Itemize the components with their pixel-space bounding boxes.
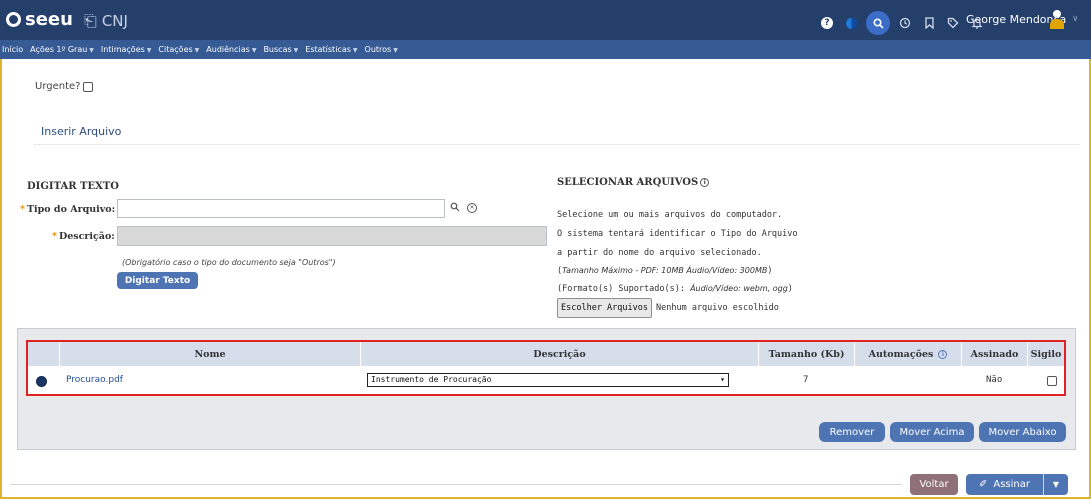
selecionar-text-4: (Tamanho Máximo - PDF: 10MB Áudio/Vídeo:… [557,266,773,276]
cnj-emblem-icon: ⎗ [84,11,97,30]
header-automacoes[interactable]: Automações i [855,342,962,366]
file-name-link[interactable]: Procurao.pdf [66,375,123,385]
selecionar-text-3: a partir do nome do arquivo selecionado. [557,248,762,258]
section-divider [35,144,1080,145]
menu-item-1[interactable]: Ações 1º Grau ▼ [30,45,94,54]
digitar-texto-title: DIGITAR TEXTO [27,181,119,192]
help-icon[interactable]: ? [818,14,836,32]
descricao-select[interactable]: Instrumento de Procuração ▾ [367,373,729,387]
table-header: Nome Descrição Tamanho (Kb) Automações i … [28,342,1064,366]
escolher-arquivos-button[interactable]: Escolher Arquivos [557,298,652,318]
history-icon[interactable] [896,14,914,32]
urgente-checkbox[interactable] [83,81,94,92]
chevron-down-icon: ▼ [194,47,200,54]
selecionar-text-5: (Formato(s) Suportado(s): Áudio/Vídeo: w… [557,284,793,294]
header-descricao[interactable]: Descrição [361,342,759,366]
tipo-search-icon[interactable] [450,202,460,215]
selecionar-arquivos-title: SELECIONAR ARQUIVOS i [557,177,710,188]
header-sigilo[interactable]: Sigilo [1028,342,1064,366]
no-file-chosen-text: Nenhum arquivo escolhido [656,303,779,313]
tipo-arquivo-label: * Tipo do Arquivo: [20,204,116,215]
cnj-logo: ⎗ CNJ [84,11,128,31]
bookmark-icon[interactable] [920,14,938,32]
urgente-label: Urgente? [35,81,81,92]
menu-item-4[interactable]: Audiências ▼ [206,45,256,54]
mover-acima-button[interactable]: Mover Acima [890,422,974,442]
cnj-logo-text: CNJ [101,12,128,30]
search-icon[interactable] [866,11,890,35]
voltar-button[interactable]: Voltar [910,474,958,495]
menu-item-5[interactable]: Buscas ▼ [263,45,298,54]
descricao-hint: (Obrigatório caso o tipo do documento se… [122,258,336,267]
chevron-down-icon: ▼ [251,47,257,54]
row-select-radio[interactable] [36,376,47,387]
user-avatar-icon[interactable] [1050,10,1064,30]
main-menu: Início Ações 1º Grau ▼ Intimações ▼ Citações ▼… [0,40,1091,59]
chevron-down-icon: ▼ [89,47,94,54]
files-table: Nome Descrição Tamanho (Kb) Automações i … [26,340,1066,396]
tipo-clear-icon[interactable]: ✕ [467,203,477,213]
tag-icon[interactable] [944,14,962,32]
menu-item-6[interactable]: Estatísticas ▼ [305,45,357,54]
file-size: 7 [803,375,809,385]
header-select [28,342,60,366]
automacoes-info-icon[interactable]: i [938,349,948,359]
urgente-field: Urgente? [35,81,94,92]
mover-abaixo-button[interactable]: Mover Abaixo [979,422,1066,442]
chevron-down-icon: ▼ [293,47,299,54]
tipo-arquivo-input[interactable] [117,199,445,218]
menu-item-7[interactable]: Outros ▼ [365,45,398,54]
top-icons: ? [818,11,986,35]
assinar-button-group: ✐ Assinar ▼ [966,474,1068,495]
sigilo-checkbox[interactable] [1047,376,1057,386]
chevron-down-icon: ▼ [352,47,358,54]
menu-item-2[interactable]: Intimações ▼ [101,45,152,54]
top-bar: seeu ⎗ CNJ ? George Mendonca ∨ [0,0,1091,40]
digitar-texto-button[interactable]: Digitar Texto [117,272,198,289]
descricao-input[interactable] [117,226,547,246]
selecionar-text-1: Selecione um ou mais arquivos do computa… [557,210,783,220]
contrast-icon[interactable] [842,14,860,32]
footer-divider [10,484,902,485]
assinado-value: Não [986,375,1003,385]
descricao-label: * Descrição: [52,231,115,242]
header-nome[interactable]: Nome [60,342,361,366]
seeu-logo[interactable]: seeu [6,9,73,30]
pen-icon: ✐ [978,479,988,490]
remover-button[interactable]: Remover [819,422,885,442]
info-icon[interactable]: i [700,178,710,187]
assinar-dropdown-toggle[interactable]: ▼ [1044,480,1068,489]
seeu-logo-icon [6,12,21,27]
header-tamanho[interactable]: Tamanho (Kb) [759,342,855,366]
selecionar-text-2: O sistema tentará identificar o Tipo do … [557,229,798,239]
seeu-logo-text: seeu [25,9,73,30]
menu-item-0[interactable]: Início [2,45,23,54]
section-title: Inserir Arquivo [41,125,122,138]
header-assinado[interactable]: Assinado [962,342,1028,366]
user-menu-chevron-icon[interactable]: ∨ [1072,14,1079,24]
chevron-down-icon: ▼ [393,47,398,54]
table-row[interactable]: Procurao.pdf Instrumento de Procuração ▾… [28,368,1064,394]
assinar-button[interactable]: ✐ Assinar [966,474,1044,495]
caret-down-icon: ▼ [1052,480,1060,489]
menu-item-3[interactable]: Citações ▼ [158,45,199,54]
chevron-down-icon: ▾ [720,375,725,384]
chevron-down-icon: ▼ [146,47,152,54]
